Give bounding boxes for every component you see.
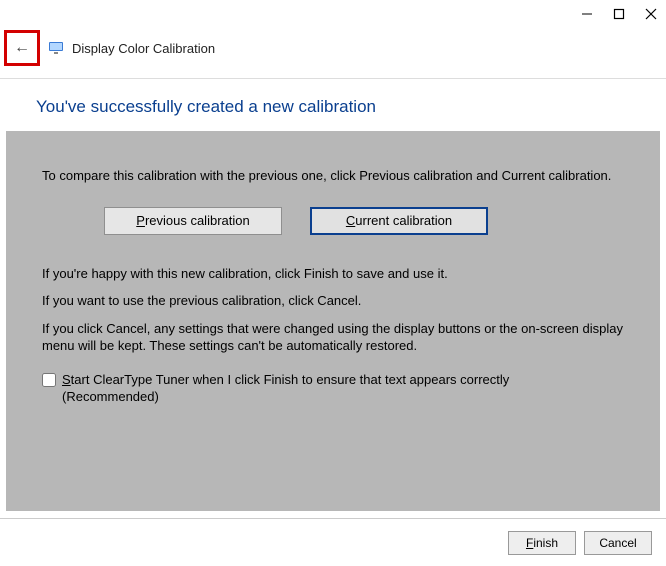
window-controls xyxy=(580,7,658,21)
back-arrow-icon[interactable]: ← xyxy=(14,39,30,57)
previous-calibration-button[interactable]: Previous calibration xyxy=(104,207,282,235)
current-calibration-button[interactable]: Current calibration xyxy=(310,207,488,235)
close-button[interactable] xyxy=(644,7,658,21)
finish-button[interactable]: Finish xyxy=(508,531,576,555)
compare-button-row: Previous calibration Current calibration xyxy=(104,207,632,235)
display-calibration-icon xyxy=(48,40,64,56)
cancel-instruction-text: If you want to use the previous calibrat… xyxy=(42,292,632,310)
minimize-button[interactable] xyxy=(580,7,594,21)
wizard-footer: Finish Cancel xyxy=(0,518,666,566)
back-button-highlight: ← xyxy=(4,30,40,66)
maximize-button[interactable] xyxy=(612,7,626,21)
cancel-button[interactable]: Cancel xyxy=(584,531,652,555)
cleartype-checkbox[interactable] xyxy=(42,373,56,387)
compare-instruction-text: To compare this calibration with the pre… xyxy=(42,167,632,185)
content-panel: To compare this calibration with the pre… xyxy=(6,131,660,511)
window-title: Display Color Calibration xyxy=(72,41,215,56)
cleartype-checkbox-row: Start ClearType Tuner when I click Finis… xyxy=(42,371,632,406)
title-bar xyxy=(0,0,666,28)
finish-instruction-text: If you're happy with this new calibratio… xyxy=(42,265,632,283)
heading-area: You've successfully created a new calibr… xyxy=(0,79,666,131)
header-row: ← Display Color Calibration xyxy=(0,28,666,79)
page-heading: You've successfully created a new calibr… xyxy=(36,97,630,117)
cancel-note-text: If you click Cancel, any settings that w… xyxy=(42,320,632,355)
cleartype-checkbox-label[interactable]: Start ClearType Tuner when I click Finis… xyxy=(62,371,582,406)
